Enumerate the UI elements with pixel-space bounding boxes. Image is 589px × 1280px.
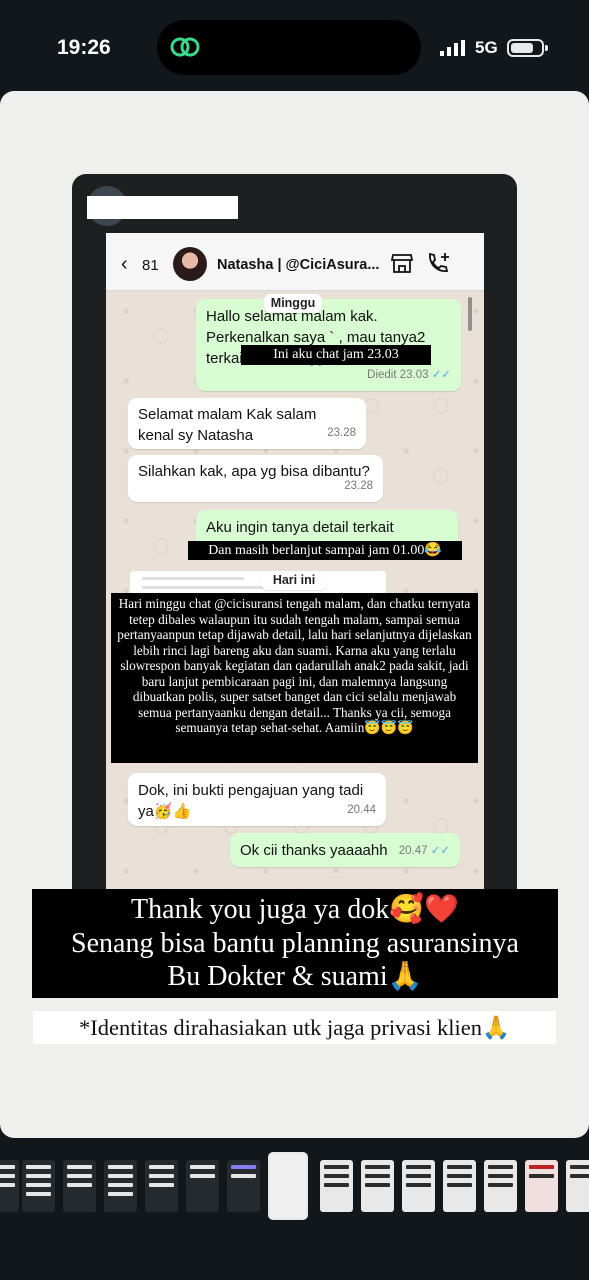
status-time: 19:26 [57, 36, 111, 59]
caption-overlay: Dan masih berlanjut sampai jam 01.00😂 [188, 541, 462, 560]
back-chevron-icon[interactable]: ‹ [121, 253, 128, 276]
story-thumbnail[interactable] [566, 1160, 589, 1212]
caption-overlay: Ini aku chat jam 23.03 [241, 345, 431, 365]
message-time: Diedit 23.03 ✓✓ [367, 369, 451, 381]
caption-overlay: Hari minggu chat @cicisuransi tengah mal… [111, 593, 478, 763]
story-thumbnail[interactable] [320, 1160, 353, 1212]
story-thumbnail[interactable] [145, 1160, 178, 1212]
message-time: 20.47 ✓✓ [398, 845, 450, 857]
message-text: Dok, ini bukti pengajuan yang tadi ya🥳👍 [138, 782, 364, 820]
message-text: Aku ingin tanya detail terkait [206, 519, 394, 536]
story-thumbnail[interactable] [104, 1160, 137, 1212]
message-time: 20.44 [347, 804, 376, 816]
story-thumbnail[interactable] [402, 1160, 435, 1212]
back-count[interactable]: 81 [142, 257, 159, 274]
chat-screenshot: ‹ 81 Natasha | @CiciAsura... Hallo selam… [106, 233, 484, 894]
battery-icon [507, 39, 548, 57]
message-text: Selamat malam Kak salam kenal sy Natasha [138, 406, 317, 444]
story-thumbnail[interactable] [0, 1160, 19, 1212]
read-check-icon: ✓✓ [431, 369, 451, 381]
story-thumbnail[interactable] [484, 1160, 517, 1212]
message-bubble-in[interactable]: Silahkan kak, apa yg bisa dibantu? 23.28 [128, 455, 383, 502]
message-bubble-in[interactable]: Selamat malam Kak salam kenal sy Natasha… [128, 398, 366, 449]
store-icon[interactable] [391, 253, 413, 273]
message-bubble-out[interactable]: Ok cii thanks yaaaahh 20.47 ✓✓ [230, 833, 460, 867]
story-thumbnail[interactable] [361, 1160, 394, 1212]
story-thumbnail[interactable] [63, 1160, 96, 1212]
network-label: 5G [475, 38, 498, 57]
signal-icon [440, 40, 465, 56]
privacy-mask [87, 196, 238, 219]
day-label: Hari ini [261, 571, 327, 590]
contact-avatar[interactable] [173, 247, 207, 281]
message-bubble-in[interactable]: Dok, ini bukti pengajuan yang tadi ya🥳👍 … [128, 773, 386, 826]
story-thumbnail[interactable] [186, 1160, 219, 1212]
status-bar: 19:26 5G [0, 0, 589, 95]
message-time: 23.28 [344, 480, 373, 492]
screenshot-frame: ‹ 81 Natasha | @CiciAsura... Hallo selam… [72, 174, 517, 894]
scrollbar[interactable] [468, 297, 472, 331]
message-text: Ok cii thanks yaaaahh [240, 842, 388, 859]
privacy-note: *Identitas dirahasiakan utk jaga privasi… [33, 1011, 556, 1044]
story-thumbnail-current[interactable] [268, 1152, 308, 1220]
call-add-icon[interactable] [426, 252, 450, 274]
story-thumbnail[interactable] [22, 1160, 55, 1212]
read-check-icon: ✓✓ [430, 845, 450, 857]
story-thumbnail[interactable] [525, 1160, 558, 1212]
story-thumbnail[interactable] [227, 1160, 260, 1212]
contact-name[interactable]: Natasha | @CiciAsura... [217, 257, 379, 273]
message-time: 23.28 [327, 427, 356, 439]
day-label: Minggu [264, 294, 322, 313]
story-caption: Thank you juga ya dok🥰❤️ Senang bisa ban… [32, 889, 558, 998]
story-card: ‹ 81 Natasha | @CiciAsura... Hallo selam… [0, 91, 589, 1138]
chat-header: ‹ 81 Natasha | @CiciAsura... [106, 233, 484, 291]
story-thumbnail[interactable] [443, 1160, 476, 1212]
orbit-link-icon [170, 37, 200, 57]
story-caption-text: Thank you juga ya dok🥰❤️ Senang bisa ban… [71, 894, 519, 992]
message-text: Silahkan kak, apa yg bisa dibantu? [138, 463, 370, 480]
